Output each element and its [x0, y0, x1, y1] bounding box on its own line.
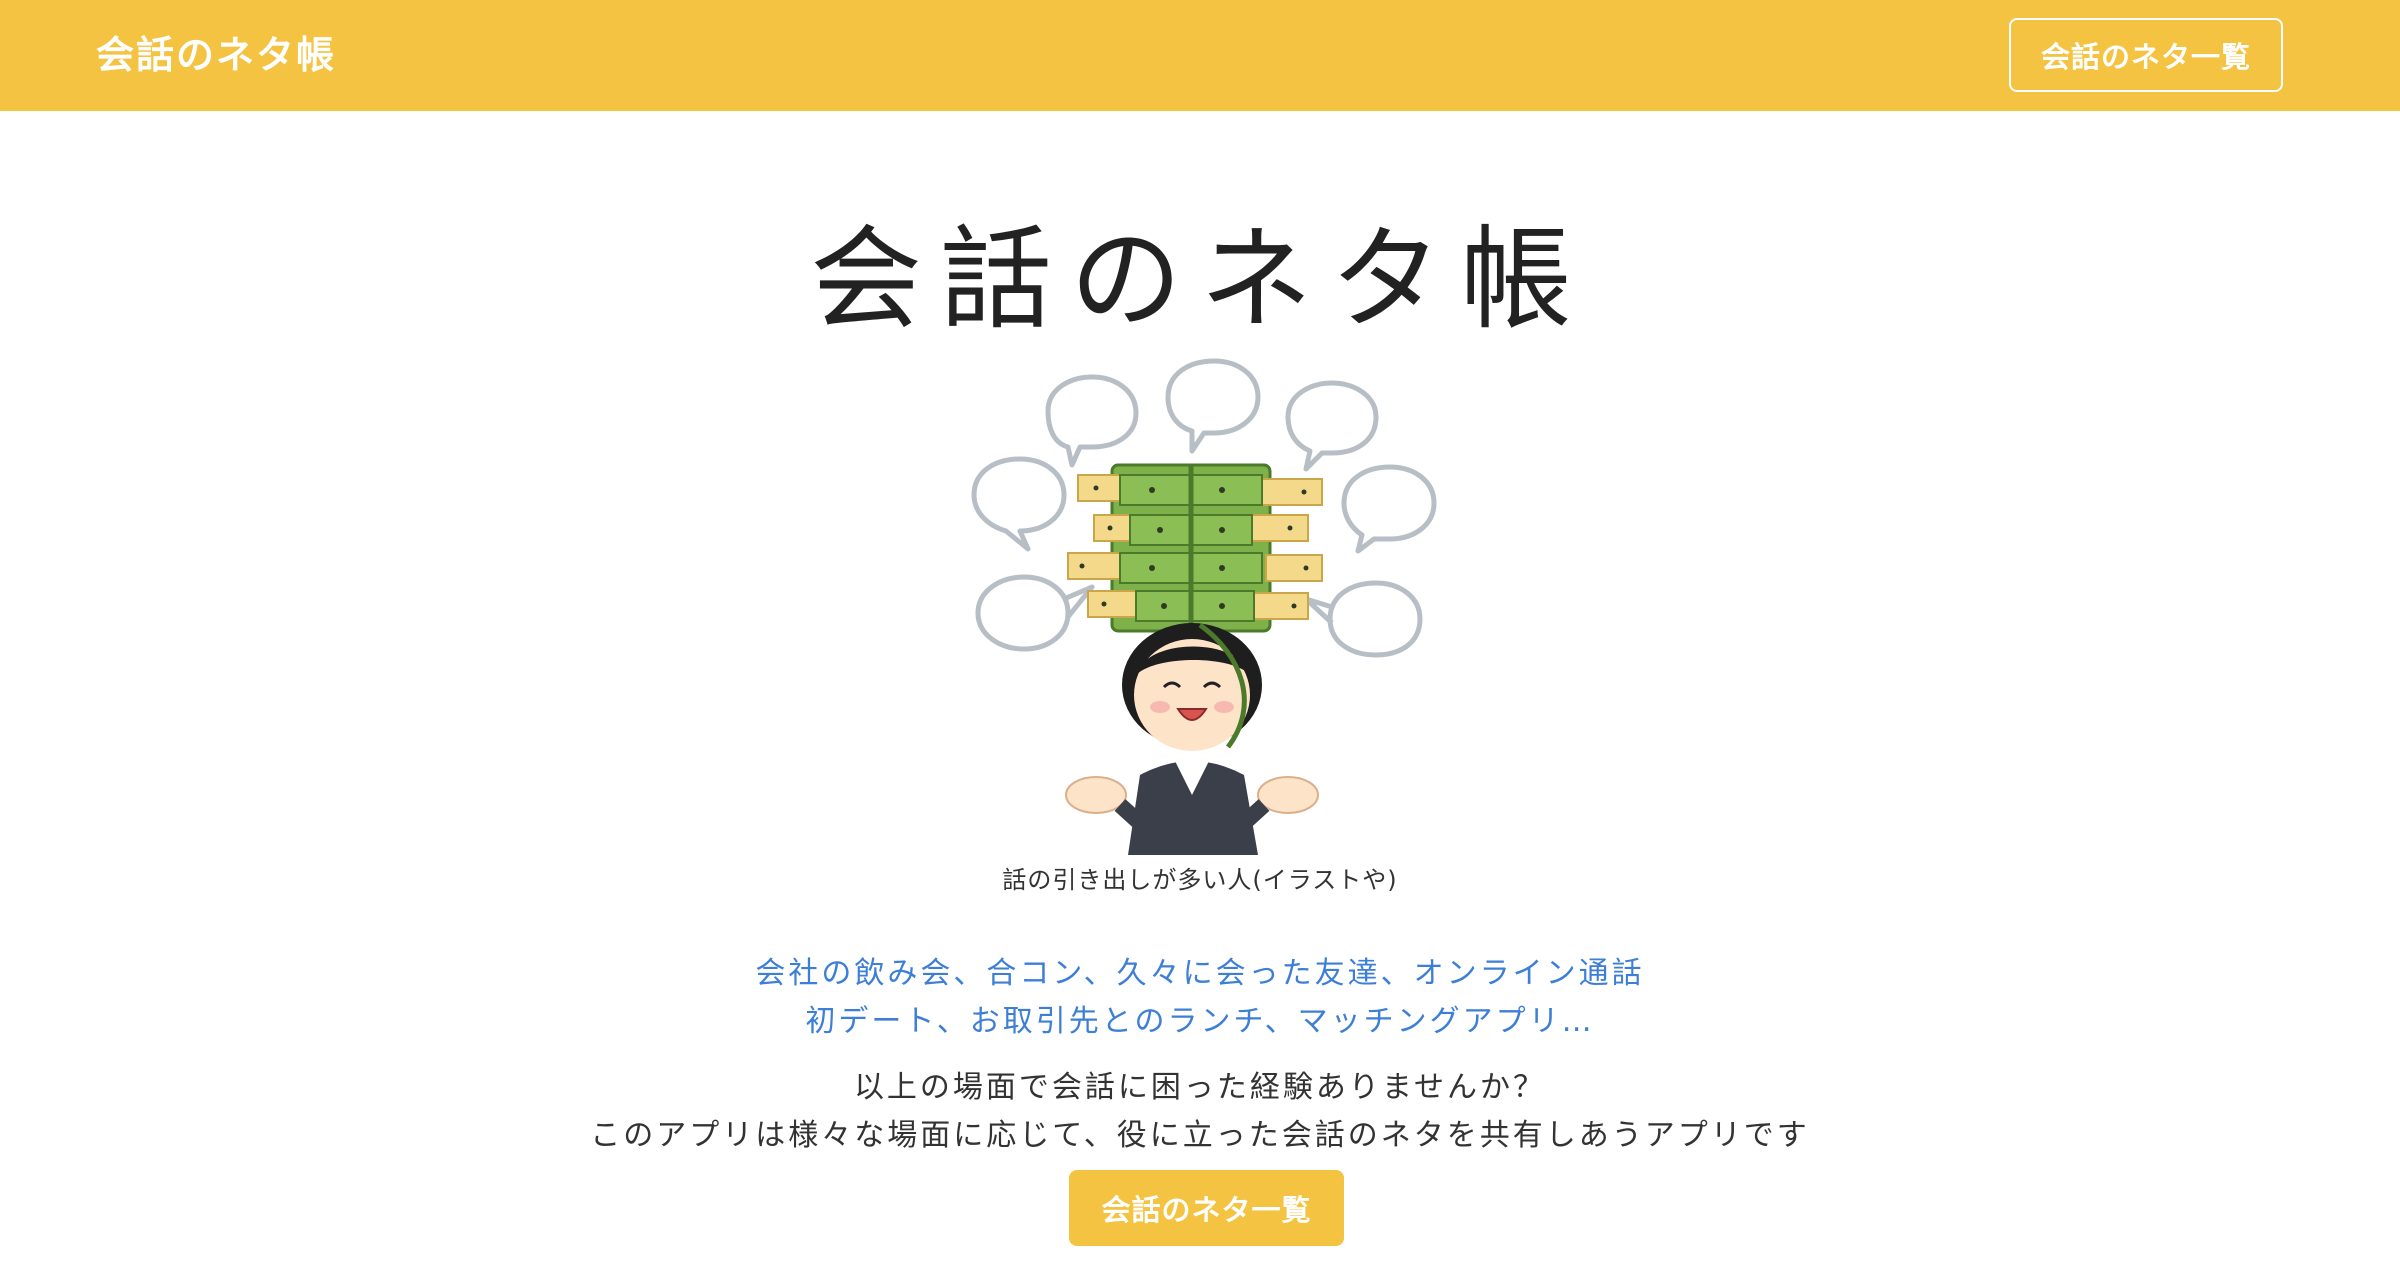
topic-list-nav-button[interactable]: 会話のネタ一覧: [2009, 18, 2283, 92]
drawers-icon: [1067, 463, 1323, 633]
illustration-caption: 話の引き出しが多い人(イラストや): [1002, 866, 1398, 894]
description-line-2: このアプリは様々な場面に応じて、役に立った会話のネタを共有しあうアプリです: [590, 1118, 1810, 1153]
topic-list-cta-button[interactable]: 会話のネタ一覧: [1069, 1170, 1344, 1246]
description-line-1: 以上の場面で会話に困った経験ありませんか？: [853, 1070, 1547, 1105]
brand-link[interactable]: 会話のネタ帳: [96, 28, 336, 82]
scene-list-line-1: 会社の飲み会、合コン、久々に会った友達、オンライン通話: [755, 956, 1645, 991]
hero-illustration: [971, 358, 1437, 855]
navbar: 会話のネタ帳 会話のネタ一覧: [0, 0, 2400, 111]
page-title: 会話のネタ帳: [810, 215, 1590, 345]
person-icon: [1065, 622, 1319, 855]
scene-list-line-2: 初デート、お取引先とのランチ、マッチングアプリ…: [805, 1004, 1595, 1039]
